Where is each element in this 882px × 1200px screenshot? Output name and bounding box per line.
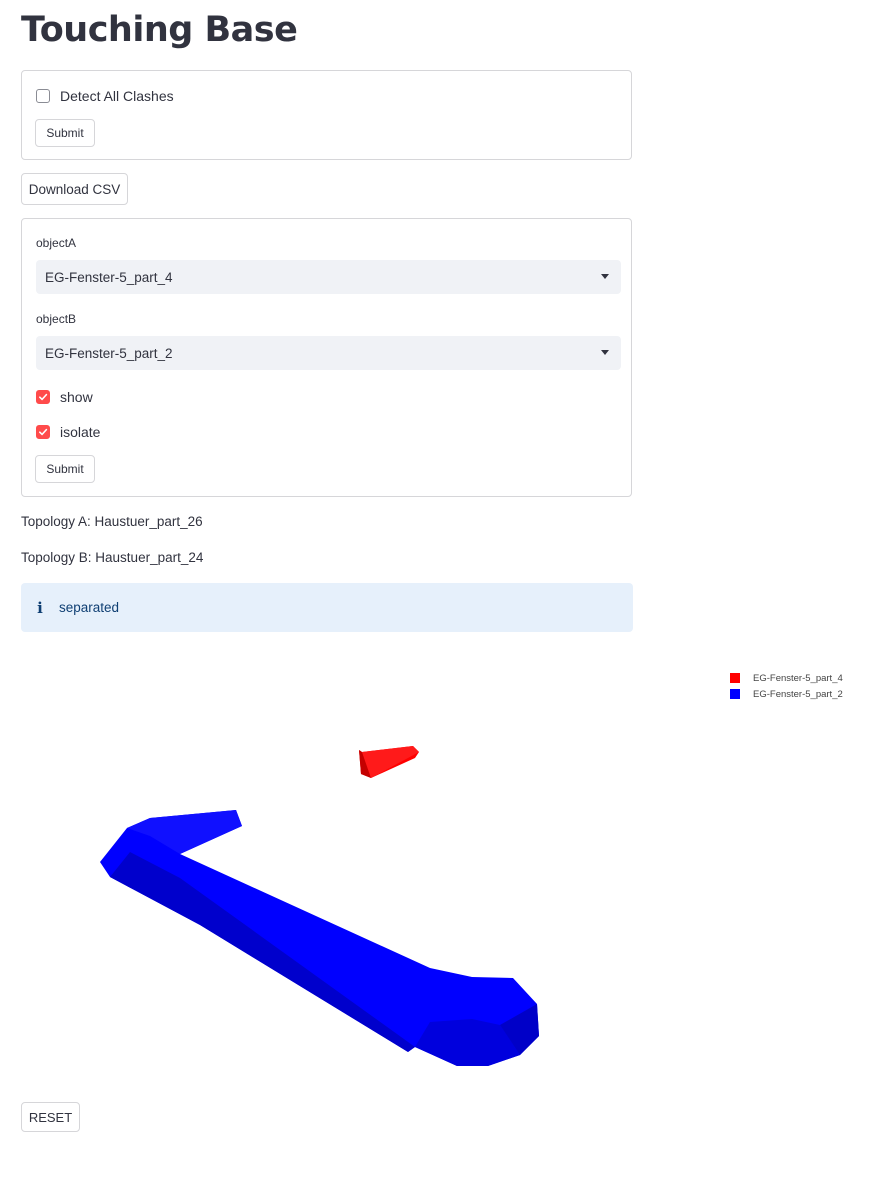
clash-form: Detect All Clashes Submit bbox=[21, 70, 632, 160]
3d-viewer[interactable] bbox=[0, 650, 882, 1090]
caret-down-icon bbox=[601, 274, 609, 279]
isolate-label: isolate bbox=[60, 424, 101, 440]
download-csv-button[interactable]: Download CSV bbox=[21, 173, 128, 205]
red-object bbox=[359, 746, 419, 778]
object-b-label: objectB bbox=[36, 312, 77, 326]
page-title: Touching Base bbox=[21, 10, 298, 50]
viewer-legend: EG-Fenster-5_part_4 EG-Fenster-5_part_2 bbox=[730, 670, 843, 702]
topology-a-text: Topology A: Haustuer_part_26 bbox=[21, 514, 203, 529]
app-page: Touching Base Detect All Clashes Submit … bbox=[0, 0, 882, 1200]
checkbox-checked-icon[interactable] bbox=[36, 390, 50, 404]
object-a-label: objectA bbox=[36, 236, 77, 250]
show-checkbox[interactable]: show bbox=[36, 389, 93, 405]
object-b-value: EG-Fenster-5_part_2 bbox=[45, 345, 173, 361]
detect-all-clashes-checkbox[interactable]: Detect All Clashes bbox=[36, 88, 174, 104]
caret-down-icon bbox=[601, 350, 609, 355]
object-pair-form: objectA EG-Fenster-5_part_4 objectB EG-F… bbox=[21, 218, 632, 497]
info-alert: i separated bbox=[21, 583, 633, 632]
detect-all-clashes-label: Detect All Clashes bbox=[60, 88, 174, 104]
show-label: show bbox=[60, 389, 93, 405]
legend-item-part-4[interactable]: EG-Fenster-5_part_4 bbox=[730, 670, 843, 686]
object-b-select[interactable]: EG-Fenster-5_part_2 bbox=[36, 336, 621, 370]
topology-b-text: Topology B: Haustuer_part_24 bbox=[21, 550, 204, 565]
legend-label: EG-Fenster-5_part_4 bbox=[753, 672, 843, 684]
object-a-value: EG-Fenster-5_part_4 bbox=[45, 269, 173, 285]
legend-swatch-blue bbox=[730, 689, 740, 699]
legend-label: EG-Fenster-5_part_2 bbox=[753, 688, 843, 700]
object-a-select[interactable]: EG-Fenster-5_part_4 bbox=[36, 260, 621, 294]
checkbox-checked-icon[interactable] bbox=[36, 425, 50, 439]
info-icon: i bbox=[37, 598, 43, 617]
blue-object bbox=[100, 810, 539, 1066]
clash-submit-button[interactable]: Submit bbox=[35, 119, 95, 147]
info-message: separated bbox=[59, 600, 120, 615]
checkbox-unchecked-icon[interactable] bbox=[36, 89, 50, 103]
legend-item-part-2[interactable]: EG-Fenster-5_part_2 bbox=[730, 686, 843, 702]
pair-submit-button[interactable]: Submit bbox=[35, 455, 95, 483]
reset-button[interactable]: RESET bbox=[21, 1102, 80, 1132]
isolate-checkbox[interactable]: isolate bbox=[36, 424, 100, 440]
legend-swatch-red bbox=[730, 673, 740, 683]
